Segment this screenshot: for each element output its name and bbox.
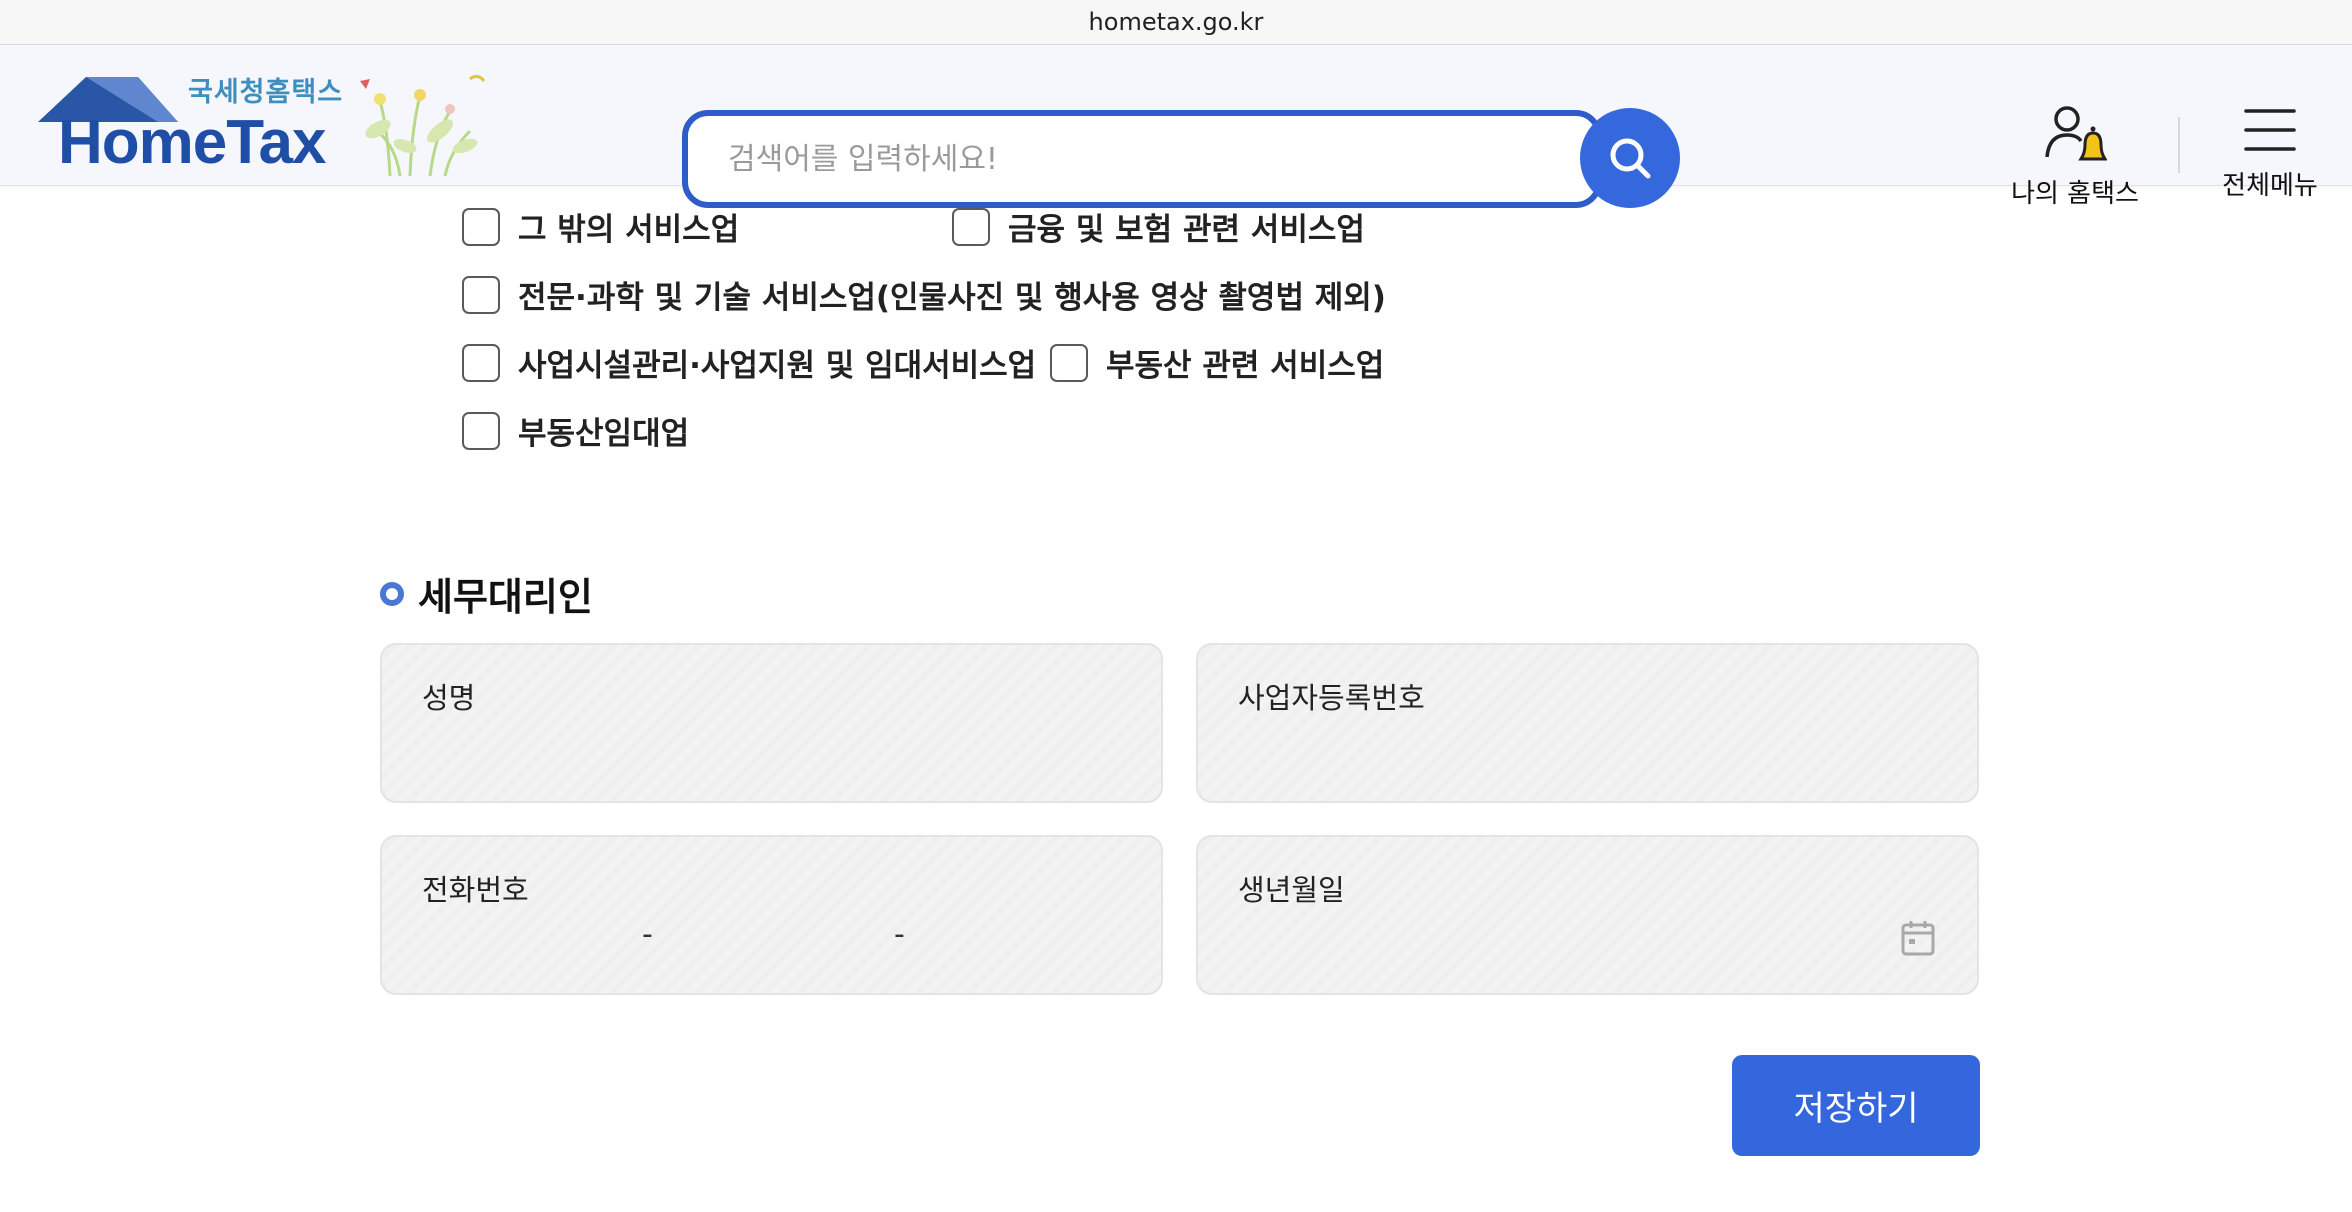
browser-url-bar[interactable]: hometax.go.kr — [0, 0, 2352, 45]
checkbox[interactable] — [462, 207, 500, 246]
biz-reg-number-field[interactable]: 사업자등록번호 — [1196, 643, 1979, 803]
all-menu-label: 전체메뉴 — [2222, 171, 2318, 201]
search-box[interactable] — [682, 110, 1602, 208]
checkbox-item[interactable]: 부동산임대업 — [462, 408, 689, 453]
checkbox-item[interactable]: 전문·과학 및 기술 서비스업(인물사진 및 행사용 영상 촬영법 제외) — [462, 272, 1386, 317]
checkbox[interactable] — [462, 343, 500, 382]
header-divider — [2178, 117, 2180, 173]
checkbox-item[interactable]: 부동산 관련 서비스업 — [1050, 340, 1384, 385]
section-title-tax-agent: 세무대리인 — [380, 566, 593, 621]
my-hometax-button[interactable]: 나의 홈택스 — [2000, 105, 2150, 215]
checkbox-label: 그 밖의 서비스업 — [518, 212, 740, 248]
checkbox-label: 사업시설관리·사업지원 및 임대서비스업 — [518, 348, 1037, 384]
checkbox-label: 부동산 관련 서비스업 — [1106, 348, 1385, 384]
checkbox-item[interactable]: 그 밖의 서비스업 — [462, 204, 739, 249]
hamburger-menu-icon — [2244, 109, 2296, 151]
checkbox[interactable] — [462, 411, 500, 450]
checkbox-label: 금융 및 보험 관련 서비스업 — [1008, 212, 1365, 248]
checkbox[interactable] — [952, 207, 990, 246]
biz-reg-number-label: 사업자등록번호 — [1238, 681, 1425, 715]
section-title-text: 세무대리인 — [418, 575, 593, 619]
logo-subtitle: 국세청홈택스 — [188, 77, 344, 108]
checkbox-label: 전문·과학 및 기술 서비스업(인물사진 및 행사용 영상 촬영법 제외) — [518, 280, 1386, 316]
checkbox-item[interactable]: 사업시설관리·사업지원 및 임대서비스업 — [462, 340, 1036, 385]
site-header: 국세청홈택스 HomeTax 검색어를 입력하세요! 나의 홈택스 전체메뉴 — [0, 45, 2352, 209]
user-bell-icon — [2045, 106, 2107, 161]
bullet-ring-icon — [380, 581, 404, 606]
all-menu-button[interactable]: 전체메뉴 — [2210, 105, 2330, 215]
checkbox-item[interactable]: 금융 및 보험 관련 서비스업 — [952, 204, 1365, 249]
name-field-label: 성명 — [422, 681, 476, 715]
search-input[interactable] — [728, 136, 1528, 182]
phone-separator: - — [894, 917, 905, 952]
logo-wordmark: HomeTax — [58, 108, 326, 177]
search-button[interactable] — [1580, 108, 1680, 208]
birthdate-field[interactable]: 생년월일 — [1196, 835, 1979, 995]
search-icon — [1610, 138, 1651, 179]
save-button[interactable]: 저장하기 — [1732, 1055, 1980, 1156]
phone-field-label: 전화번호 — [422, 873, 529, 907]
url-text: hometax.go.kr — [1088, 8, 1264, 36]
phone-field[interactable]: 전화번호 - - — [380, 835, 1163, 995]
birthdate-field-label: 생년월일 — [1238, 873, 1345, 907]
hometax-logo[interactable]: 국세청홈택스 HomeTax — [38, 65, 486, 185]
my-hometax-label: 나의 홈택스 — [2011, 179, 2139, 209]
flower-decoration-icon — [360, 74, 486, 177]
name-field[interactable]: 성명 — [380, 643, 1163, 803]
phone-separator: - — [642, 917, 653, 952]
checkbox[interactable] — [462, 275, 500, 314]
calendar-icon[interactable] — [1900, 919, 1936, 957]
checkbox[interactable] — [1050, 343, 1088, 382]
checkbox-label: 부동산임대업 — [518, 416, 690, 452]
